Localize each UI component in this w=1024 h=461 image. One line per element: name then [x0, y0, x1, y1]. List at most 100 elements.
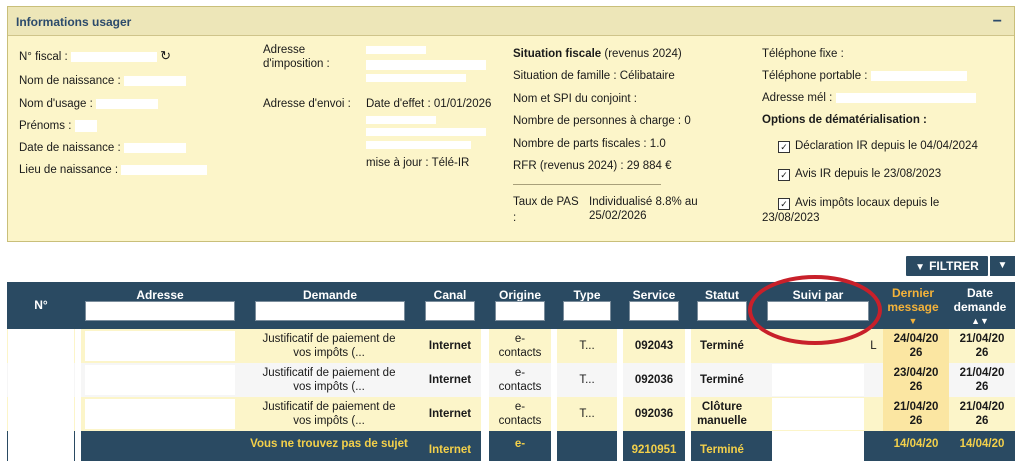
checkbox-checked-icon[interactable]: ✓: [778, 141, 790, 153]
table-row[interactable]: Justificatif de paiement de vos impôts (.…: [7, 397, 1015, 431]
panel-header: Informations usager −: [8, 7, 1014, 36]
spouse-label: Nom et SPI du conjoint :: [513, 93, 638, 105]
cell-origin: e-contacts: [489, 397, 551, 431]
redacted-value: [366, 116, 436, 124]
cell-address: [81, 397, 239, 431]
col-header-request-date-label-2: demande: [953, 300, 1007, 314]
cell-request: Vous ne trouvez pas de sujet: [239, 431, 419, 461]
tax-situation-period: (revenus 2024): [604, 48, 682, 60]
status-filter-input[interactable]: [697, 301, 747, 321]
birth-place-label: Lieu de naissance :: [19, 164, 119, 176]
cell-last-message-line2: 26: [909, 381, 923, 393]
redacted-value: [366, 141, 471, 149]
cell-status: Clôture manuelle: [691, 397, 753, 431]
cell-request-date-line2: 26: [975, 347, 989, 359]
cell-origin-line2: contacts: [498, 381, 542, 393]
cell-status: Terminé: [691, 329, 753, 363]
tax-situation-heading: Situation fiscale: [513, 48, 602, 60]
cell-request-line2: vos impôts (...: [293, 381, 365, 393]
email-label: Adresse mél :: [762, 92, 833, 104]
cell-status-line1: Terminé: [700, 340, 744, 352]
pas-rate-value-2: 25/02/2026: [589, 210, 647, 222]
redacted-value: [70, 51, 157, 62]
redacted-value: [366, 74, 466, 82]
dependents-label: Nombre de personnes à charge :: [513, 115, 682, 127]
address-filter-input[interactable]: [85, 301, 235, 321]
type-filter-input[interactable]: [563, 301, 611, 321]
redacted-value: [121, 164, 208, 175]
cell-followed-by: [753, 431, 883, 461]
cell-origin-line2: contacts: [498, 415, 542, 427]
pas-rate-value-1: Individualisé 8.8% au: [589, 196, 698, 208]
col-header-followed-by: Suivi par: [763, 282, 873, 329]
pas-rate-colon: :: [513, 212, 517, 224]
col-header-last-message[interactable]: Dernier message ▼: [883, 282, 943, 329]
cell-origin: e-: [489, 431, 551, 461]
collapse-icon[interactable]: −: [993, 13, 1002, 31]
option-avis-ir: ✓ Avis IR depuis le 23/08/2023: [778, 167, 941, 181]
tax-address-label: Adresse d'imposition :: [263, 44, 330, 70]
request-filter-input[interactable]: [255, 301, 405, 321]
shares-field: Nombre de parts fiscales : 1.0: [513, 137, 666, 151]
cell-request-date: 21/04/20 26: [949, 397, 1015, 431]
cell-request-date-line2: 26: [975, 415, 989, 427]
col-header-type-label: Type: [573, 288, 601, 302]
col-header-request-date[interactable]: Date demande ▲▼: [949, 282, 1011, 329]
table-row-selected[interactable]: Vous ne trouvez pas de sujet Internet e-…: [7, 431, 1015, 461]
cell-number: [7, 431, 75, 461]
filter-button[interactable]: ▼ FILTRER: [906, 256, 988, 276]
col-header-number-label: N°: [34, 298, 48, 312]
origin-filter-input[interactable]: [495, 301, 545, 321]
birth-name-label: Nom de naissance :: [19, 75, 121, 87]
checkbox-checked-icon[interactable]: ✓: [778, 198, 790, 210]
cell-address: [81, 363, 239, 397]
filter-icon: ▼: [915, 262, 926, 273]
cell-number: [7, 397, 75, 431]
cell-request-line1: Justificatif de paiement de: [262, 333, 396, 345]
cell-request-line1: Justificatif de paiement de: [262, 367, 396, 379]
cell-request-date: 21/04/20 26: [949, 329, 1015, 363]
divider: [513, 184, 661, 185]
refresh-icon[interactable]: ↻: [160, 48, 171, 63]
followed-by-filter-input[interactable]: [767, 301, 869, 321]
cell-channel: Internet: [419, 397, 481, 431]
redacted-value: [366, 60, 486, 70]
table-row[interactable]: Justificatif de paiement de vos impôts (.…: [7, 363, 1015, 397]
col-header-service-label: Service: [632, 288, 676, 302]
cell-request-date-line1: 21/04/20: [959, 333, 1005, 345]
dematerialization-title: Options de dématérialisation :: [762, 114, 927, 126]
cell-origin-line1: e-: [514, 401, 526, 413]
cell-last-message-line1: 21/04/20: [893, 401, 939, 413]
cell-number: [7, 329, 75, 363]
cell-last-message-line2: 26: [909, 415, 923, 427]
dependents-value: 0: [684, 115, 691, 127]
rfr-field: RFR (revenus 2024) : 29 884 €: [513, 159, 672, 173]
checkbox-checked-icon[interactable]: ✓: [778, 169, 790, 181]
table-row[interactable]: Justificatif de paiement de vos impôts (.…: [7, 329, 1015, 363]
cell-request-date: 21/04/20 26: [949, 363, 1015, 397]
cell-request-line2: vos impôts (...: [293, 415, 365, 427]
col-header-last-message-label-2: message: [887, 300, 939, 314]
cell-number: [7, 363, 75, 397]
phone-fixed-label: Téléphone fixe :: [762, 48, 844, 60]
filter-dropdown-button[interactable]: ▼: [990, 256, 1015, 276]
email-field: Adresse mél :: [762, 91, 976, 105]
cell-status-line2: manuelle: [697, 415, 747, 427]
family-status-field: Situation de famille : Célibataire: [513, 69, 675, 83]
first-names-field: Prénoms :: [19, 119, 97, 133]
col-header-type: Type: [559, 282, 615, 329]
channel-filter-input[interactable]: [425, 301, 475, 321]
cell-request-date-line1: 21/04/20: [959, 401, 1005, 413]
redacted-value: [8, 329, 74, 363]
cell-followed-by-value: L: [870, 340, 877, 352]
redacted-value: [772, 398, 864, 430]
col-header-number[interactable]: N°: [7, 282, 75, 329]
birth-place-field: Lieu de naissance :: [19, 163, 208, 177]
family-status-value: Célibataire: [619, 70, 675, 82]
filter-button-label: FILTRER: [929, 259, 979, 273]
service-filter-input[interactable]: [629, 301, 679, 321]
cell-last-message: 24/04/20 26: [883, 329, 949, 363]
cell-last-message-line1: 23/04/20: [893, 367, 939, 379]
redacted-value: [835, 92, 976, 103]
pas-rate-label: Taux de PAS: [513, 196, 579, 208]
